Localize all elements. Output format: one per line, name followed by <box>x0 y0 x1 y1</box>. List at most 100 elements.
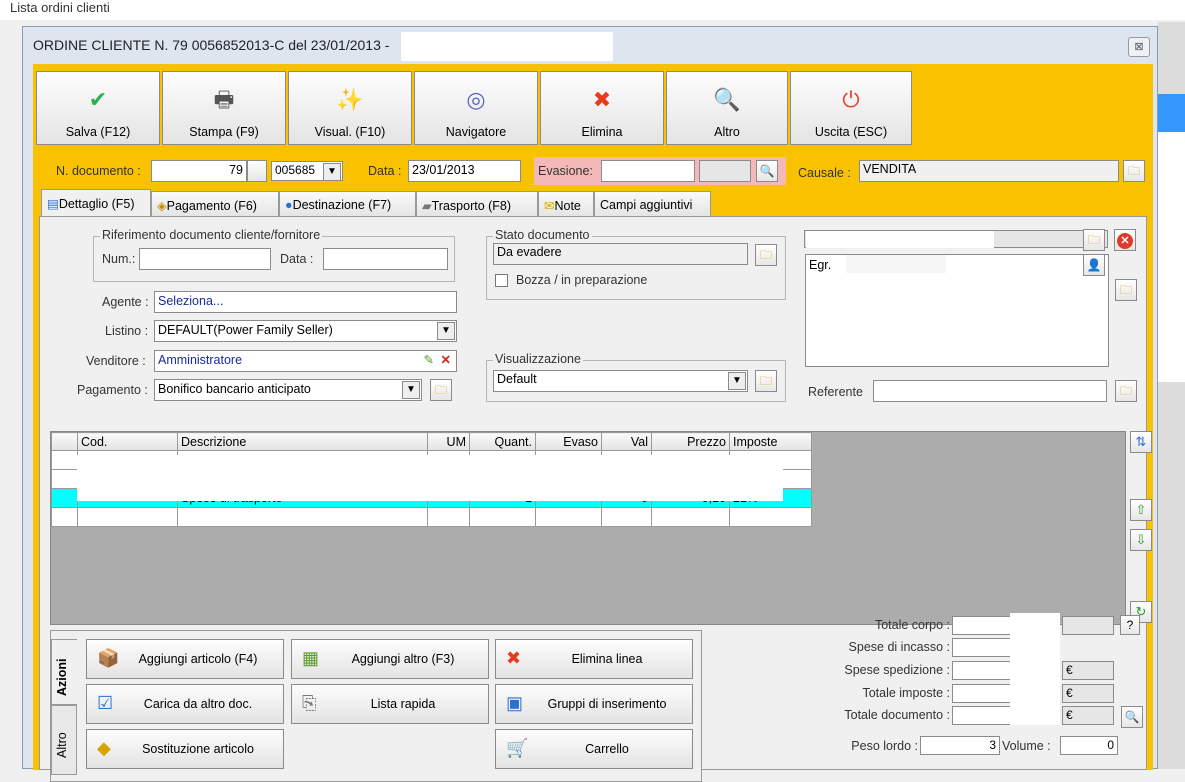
action-button-carrello[interactable]: 🛒 Carrello <box>495 729 693 769</box>
chevron-down-icon[interactable]: ▼ <box>728 372 746 390</box>
toolbar-button-salva[interactable]: ✔ Salva (F12) <box>36 71 160 145</box>
agente-input[interactable]: Seleziona... <box>154 291 457 313</box>
cliente-remove-icon[interactable]: ✕ <box>1114 229 1136 251</box>
action-button-aggiungi[interactable]: ▦ Aggiungi altro (F3) <box>291 639 489 679</box>
table-row[interactable] <box>51 507 812 527</box>
address-line: Egr. <box>809 258 832 272</box>
action-button-carica[interactable]: ☑ Carica da altro doc. <box>86 684 284 724</box>
grid-cell[interactable] <box>601 507 652 527</box>
address-folder-icon[interactable]: 🗀 <box>1115 279 1137 301</box>
grid-cell[interactable] <box>651 507 730 527</box>
toolbar-button-navigatore[interactable]: ◎ Navigatore <box>414 71 538 145</box>
magnifier-icon[interactable]: 🔍 <box>756 160 778 182</box>
pagamento-select[interactable]: Bonifico bancario anticipato ▼ <box>154 379 422 401</box>
pagamento-folder-icon[interactable]: 🗀 <box>430 379 452 401</box>
action-button-sostituzione[interactable]: ◆ Sostituzione articolo <box>86 729 284 769</box>
action-button-aggiungi[interactable]: 📦 Aggiungi articolo (F4) <box>86 639 284 679</box>
referente-label: Referente <box>808 385 863 399</box>
tab-pagamento[interactable]: ◈Pagamento (F6) <box>151 191 279 219</box>
tab-campi[interactable]: Campi aggiuntivi <box>594 191 711 219</box>
visualizzazione-select[interactable]: Default ▼ <box>493 370 748 392</box>
stato-input[interactable]: Da evadere <box>493 243 748 265</box>
evasione-time-input[interactable] <box>699 160 751 182</box>
help-button[interactable]: ? <box>1120 615 1140 635</box>
chevron-down-icon[interactable]: ▼ <box>323 163 341 180</box>
redacted-area <box>1010 613 1060 725</box>
evasione-input[interactable] <box>601 160 695 182</box>
toolbar-button-altro[interactable]: 🔍 Altro <box>666 71 788 145</box>
row-selector[interactable] <box>51 450 78 470</box>
row-selector[interactable] <box>51 507 78 527</box>
grid-cell[interactable] <box>177 507 428 527</box>
table-icon: ▤ <box>47 197 59 211</box>
volume-input[interactable]: 0 <box>1060 736 1118 755</box>
totale-corpo-label: Totale corpo : <box>874 618 950 632</box>
bozza-checkbox[interactable] <box>495 274 508 287</box>
tab-altro[interactable]: Altro <box>51 705 77 775</box>
arrow-down-icon[interactable]: ⇩ <box>1130 529 1152 551</box>
tab-note[interactable]: ✉Note <box>538 191 594 219</box>
toolbar-button-stampa[interactable]: 🖶 Stampa (F9) <box>162 71 286 145</box>
rif-data-input[interactable] <box>323 248 448 270</box>
causale-input[interactable]: VENDITA <box>859 160 1119 182</box>
visualizzazione-folder-icon[interactable]: 🗀 <box>755 370 777 392</box>
toolbar-button-uscita[interactable]: ⏻ Uscita (ESC) <box>790 71 912 145</box>
grid-header-descrizione[interactable]: Descrizione <box>177 432 428 451</box>
referente-input[interactable] <box>873 380 1107 402</box>
ndoc-spin-button[interactable] <box>247 160 267 182</box>
detail-panel: Riferimento documento cliente/fornitore … <box>39 216 1152 782</box>
grid-header-val[interactable]: Val <box>601 432 652 451</box>
cliente-folder-icon[interactable]: 🗀 <box>1083 229 1105 251</box>
tab-azioni[interactable]: Azioni <box>51 639 77 705</box>
close-button[interactable]: ⊠ <box>1128 37 1150 57</box>
listino-select[interactable]: DEFAULT(Power Family Seller) ▼ <box>154 320 457 342</box>
grid-header-um[interactable]: UM <box>427 432 470 451</box>
grid-header-prezzo[interactable]: Prezzo <box>651 432 730 451</box>
referente-folder-icon[interactable]: 🗀 <box>1115 380 1137 402</box>
grid-header-cod[interactable]: Cod. <box>77 432 178 451</box>
chevron-down-icon[interactable]: ▼ <box>437 322 455 340</box>
action-button-lista[interactable]: ⎘ Lista rapida <box>291 684 489 724</box>
pencil-icon[interactable]: ✎ <box>424 352 434 367</box>
grid-cell[interactable] <box>77 507 178 527</box>
action-button-gruppi[interactable]: ▣ Gruppi di inserimento <box>495 684 693 724</box>
check-icon: ✔ <box>88 87 108 112</box>
data-input[interactable]: 23/01/2013 <box>408 160 521 182</box>
grid-header-imposte[interactable]: Imposte <box>729 432 812 451</box>
person-icon[interactable]: 👤 <box>1083 254 1105 276</box>
toolbar-button-label: Elimina <box>581 125 623 139</box>
num-input[interactable] <box>139 248 271 270</box>
tab-dettaglio[interactable]: ▤Dettaglio (F5) <box>41 189 151 219</box>
toolbar-button-visual[interactable]: ✨ Visual. (F10) <box>288 71 412 145</box>
series-select[interactable]: 005685 ▼ <box>271 161 343 181</box>
venditore-label: Venditore : <box>86 354 146 368</box>
riferimento-group: Riferimento documento cliente/fornitore … <box>93 228 455 282</box>
stato-folder-icon[interactable]: 🗀 <box>755 244 777 266</box>
ndoc-input[interactable]: 79 <box>151 160 247 182</box>
grid-cell[interactable] <box>729 507 812 527</box>
row-selector[interactable] <box>51 488 78 508</box>
row-selector[interactable] <box>51 469 78 489</box>
move-top-icon[interactable]: ⇅ <box>1130 431 1152 453</box>
delete-x-icon: ✖ <box>592 87 612 112</box>
stato-legend: Stato documento <box>493 228 592 242</box>
grid-header-evaso[interactable]: Evaso <box>535 432 602 451</box>
venditore-input[interactable]: Amministratore ✎ ✕ <box>154 350 457 372</box>
totale-imposte-label: Totale imposte : <box>862 686 950 700</box>
peso-input[interactable]: 3 <box>920 736 1000 755</box>
chevron-down-icon[interactable]: ▼ <box>402 381 420 399</box>
grid-cell[interactable] <box>427 507 470 527</box>
tab-destinazione[interactable]: ●Destinazione (F7) <box>279 191 416 219</box>
tab-trasporto[interactable]: ▰Trasporto (F8) <box>416 191 538 219</box>
magnifier-icon[interactable]: 🔍 <box>1121 706 1143 728</box>
grid-cell[interactable] <box>469 507 536 527</box>
causale-folder-icon[interactable]: 🗀 <box>1123 160 1145 182</box>
arrow-up-icon[interactable]: ⇧ <box>1130 499 1152 521</box>
toolbar-button-elimina[interactable]: ✖ Elimina <box>540 71 664 145</box>
volume-label: Volume : <box>1002 739 1051 753</box>
clear-x-icon[interactable]: ✕ <box>441 352 451 367</box>
globe-icon: ● <box>285 198 293 212</box>
grid-cell[interactable] <box>535 507 602 527</box>
grid-header-quant[interactable]: Quant. <box>469 432 536 451</box>
action-button-elimina[interactable]: ✖ Elimina linea <box>495 639 693 679</box>
